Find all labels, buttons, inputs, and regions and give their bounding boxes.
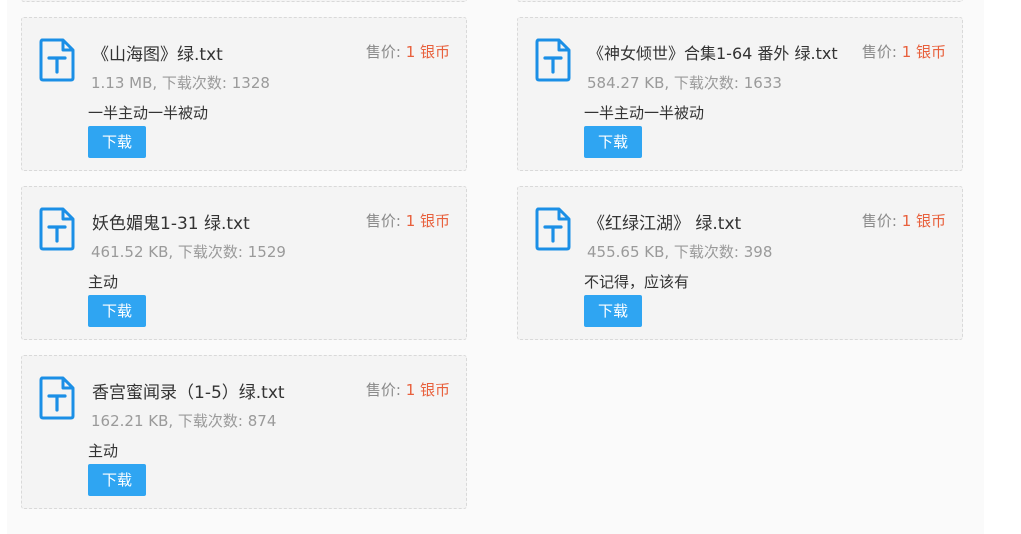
- attachment-price: 售价: 1 银币: [366, 379, 450, 400]
- attachment-card-partial: [21, 0, 467, 2]
- price-amount: 1 银币: [901, 212, 946, 230]
- attachment-note: 主动: [88, 273, 119, 291]
- attachment-price: 售价: 1 银币: [862, 41, 946, 62]
- attachment-note: 一半主动一半被动: [88, 104, 209, 122]
- attachment-title[interactable]: 《神女倾世》合集1-64 番外 绿.txt: [588, 40, 838, 64]
- price-amount: 1 银币: [405, 43, 450, 61]
- price-label: 售价:: [365, 43, 401, 61]
- download-button[interactable]: 下载: [88, 464, 146, 496]
- text-file-icon: [535, 207, 571, 251]
- attachment-meta: 455.65 KB, 下载次数: 398: [587, 243, 773, 261]
- price-amount: 1 银币: [405, 212, 450, 230]
- attachment-card: 香宫蜜闻录（1-5）绿.txt 售价: 1 银币 162.21 KB, 下载次数…: [21, 355, 467, 509]
- download-button[interactable]: 下载: [88, 126, 146, 158]
- text-file-icon: [39, 38, 75, 82]
- attachment-card: 《神女倾世》合集1-64 番外 绿.txt 售价: 1 银币 584.27 KB…: [517, 17, 963, 171]
- attachment-price: 售价: 1 银币: [366, 210, 450, 231]
- attachments-panel: 《山海图》绿.txt 售价: 1 银币 1.13 MB, 下载次数: 1328 …: [7, 0, 984, 534]
- attachment-meta: 1.13 MB, 下载次数: 1328: [91, 74, 270, 92]
- attachment-note: 主动: [88, 442, 119, 460]
- download-button[interactable]: 下载: [584, 295, 642, 327]
- attachment-note: 不记得，应该有: [584, 273, 690, 291]
- text-file-icon: [535, 38, 571, 82]
- download-button[interactable]: 下载: [584, 126, 642, 158]
- attachment-title[interactable]: 《山海图》绿.txt: [92, 40, 223, 65]
- attachment-meta: 162.21 KB, 下载次数: 874: [91, 412, 277, 430]
- attachment-title[interactable]: 妖色媚鬼1-31 绿.txt: [92, 209, 250, 234]
- text-file-icon: [39, 376, 75, 420]
- price-amount: 1 银币: [901, 43, 946, 61]
- attachment-price: 售价: 1 银币: [366, 41, 450, 62]
- attachment-price: 售价: 1 银币: [862, 210, 946, 231]
- price-label: 售价:: [861, 43, 897, 61]
- attachment-note: 一半主动一半被动: [584, 104, 705, 122]
- price-amount: 1 银币: [405, 381, 450, 399]
- attachment-card: 妖色媚鬼1-31 绿.txt 售价: 1 银币 461.52 KB, 下载次数:…: [21, 186, 467, 340]
- price-label: 售价:: [365, 381, 401, 399]
- attachment-meta: 461.52 KB, 下载次数: 1529: [91, 243, 286, 261]
- attachment-title[interactable]: 香宫蜜闻录（1-5）绿.txt: [92, 378, 285, 403]
- price-label: 售价:: [365, 212, 401, 230]
- price-label: 售价:: [861, 212, 897, 230]
- attachment-card: 《山海图》绿.txt 售价: 1 银币 1.13 MB, 下载次数: 1328 …: [21, 17, 467, 171]
- attachment-card: 《红绿江湖》 绿.txt 售价: 1 银币 455.65 KB, 下载次数: 3…: [517, 186, 963, 340]
- text-file-icon: [39, 207, 75, 251]
- attachment-title[interactable]: 《红绿江湖》 绿.txt: [588, 209, 741, 234]
- attachment-card-partial: [517, 0, 963, 2]
- attachment-meta: 584.27 KB, 下载次数: 1633: [587, 74, 782, 92]
- download-button[interactable]: 下载: [88, 295, 146, 327]
